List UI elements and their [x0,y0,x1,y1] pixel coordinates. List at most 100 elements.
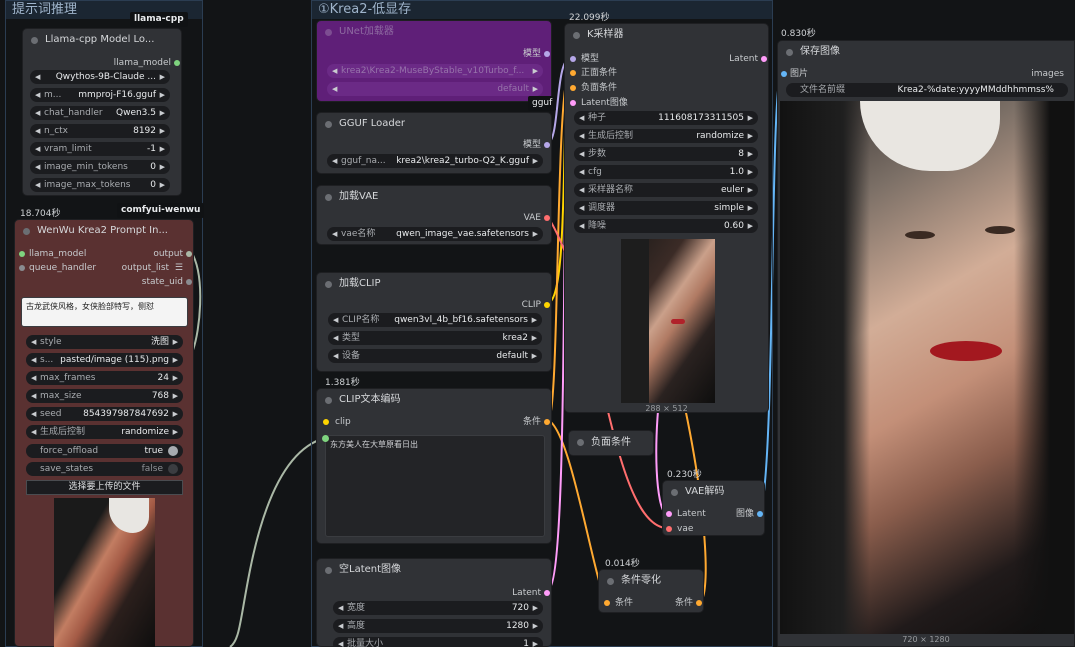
arrow-right-icon[interactable]: ▶ [173,425,178,439]
output-images[interactable]: images [1031,67,1064,81]
arrow-left-icon[interactable]: ◀ [35,160,40,174]
llama-widget-0[interactable]: ◀ Qwythos-9B-Claude ... ▶ [30,70,170,84]
arrow-left-icon[interactable]: ◀ [579,111,584,125]
arrow-right-icon[interactable]: ▶ [533,64,538,78]
weight-dtype-select[interactable]: ◀ default ▶ [327,82,543,96]
vae-name-select[interactable]: ◀ vae名称 qwen_image_vae.safetensors ▶ [327,227,543,241]
arrow-right-icon[interactable]: ▶ [160,160,165,174]
ksampler-widget-3[interactable]: ◀ cfg 1.0 ▶ [574,165,758,179]
node-title[interactable]: 保存图像 [778,41,1074,63]
collapse-dot-icon[interactable] [31,37,38,44]
arrow-right-icon[interactable]: ▶ [748,201,753,215]
upload-file-button[interactable]: 选择要上传的文件 [26,480,183,495]
llama-widget-2[interactable]: ◀ chat_handler Qwen3.5 ▶ [30,106,170,120]
input-llama-model[interactable]: llama_model [19,247,86,261]
arrow-left-icon[interactable]: ◀ [35,142,40,156]
output-state-uid[interactable]: state_uid [142,275,192,289]
port-dot[interactable] [544,590,550,596]
node-vae-decode[interactable]: VAE解码 Latent vae 图像 [662,480,765,536]
arrow-left-icon[interactable]: ◀ [31,335,36,349]
llama-widget-4[interactable]: ◀ vram_limit -1 ▶ [30,142,170,156]
arrow-right-icon[interactable]: ▶ [532,313,537,327]
arrow-right-icon[interactable]: ▶ [748,165,753,179]
ksampler-widget-1[interactable]: ◀ 生成后控制 randomize ▶ [574,129,758,143]
arrow-right-icon[interactable]: ▶ [533,154,538,168]
input-images[interactable]: 图片 [781,67,808,81]
node-title[interactable]: WenWu Krea2 Prompt In... [15,220,193,242]
latent-widget-0[interactable]: ◀ 宽度 720 ▶ [333,601,543,615]
input-vae[interactable]: vae [666,522,693,536]
arrow-right-icon[interactable]: ▶ [748,111,753,125]
arrow-left-icon[interactable]: ◀ [579,201,584,215]
arrow-left-icon[interactable]: ◀ [579,165,584,179]
arrow-left-icon[interactable]: ◀ [338,637,343,647]
node-title[interactable]: Llama-cpp Model Lo... [23,29,181,51]
collapse-dot-icon[interactable] [573,32,580,39]
arrow-left-icon[interactable]: ◀ [31,353,36,367]
node-save-image[interactable]: 保存图像 图片 images 文件名前缀 Krea2-%date:yyyyMMd… [777,40,1075,647]
node-clip-text-encode[interactable]: CLIP文本编码 clip 条件 东方美人在大草原看日出 [316,388,552,544]
input-latent[interactable]: Latent [666,507,706,521]
collapse-dot-icon[interactable] [607,578,614,585]
collapse-dot-icon[interactable] [325,194,332,201]
clip-widget-0[interactable]: ◀ CLIP名称 qwen3vl_4b_bf16.safetensors ▶ [328,313,542,327]
output-clip[interactable]: CLIP [522,298,550,312]
output-conditioning[interactable]: 条件 [675,596,702,610]
arrow-right-icon[interactable]: ▶ [532,331,537,345]
wenwu-widget-5[interactable]: ◀ 生成后控制 randomize ▶ [26,425,183,439]
arrow-left-icon[interactable]: ◀ [333,313,338,327]
wenwu-widget-3[interactable]: ◀ max_size 768 ▶ [26,389,183,403]
output-conditioning[interactable]: 条件 [523,415,550,429]
arrow-left-icon[interactable]: ◀ [35,106,40,120]
collapse-dot-icon[interactable] [325,567,332,574]
port-dot[interactable] [19,251,25,257]
node-title[interactable]: 条件零化 [599,570,703,592]
arrow-left-icon[interactable]: ◀ [35,70,40,84]
port-dot[interactable] [757,511,763,517]
ksampler-widget-2[interactable]: ◀ 步数 8 ▶ [574,147,758,161]
arrow-left-icon[interactable]: ◀ [35,88,40,102]
unet-name-select[interactable]: ◀ krea2\Krea2-MuseByStable_v10Turbo_f...… [327,64,543,78]
node-conditioning-zero-out[interactable]: 条件零化 条件 条件 [598,569,704,613]
port-dot[interactable] [761,56,767,62]
node-title[interactable]: 加载CLIP [317,273,551,295]
node-title[interactable]: CLIP文本编码 [317,389,551,411]
collapse-dot-icon[interactable] [671,489,678,496]
ksampler-widget-4[interactable]: ◀ 采样器名称 euler ▶ [574,183,758,197]
input-negative[interactable]: 负面条件 [570,81,617,95]
node-ksampler[interactable]: K采样器 模型 正面条件 负面条件 Latent图像 Latent 288 × … [564,23,769,413]
arrow-left-icon[interactable]: ◀ [338,601,343,615]
port-dot[interactable] [570,70,576,76]
port-dot[interactable] [19,265,25,271]
ksampler-widget-0[interactable]: ◀ 种子 111608173311505 ▶ [574,111,758,125]
port-dot[interactable] [570,100,576,106]
arrow-left-icon[interactable]: ◀ [35,124,40,138]
output-model[interactable]: 模型 [523,138,550,152]
node-title[interactable]: 空Latent图像 [317,559,551,581]
input-positive[interactable]: 正面条件 [570,66,617,80]
clip-prompt-textarea[interactable]: 东方美人在大草原看日出 [325,435,545,537]
latent-widget-1[interactable]: ◀ 高度 1280 ▶ [333,619,543,633]
filename-prefix-input[interactable]: 文件名前缀 Krea2-%date:yyyyMMddhhmmss% [786,83,1068,97]
node-unet-loader[interactable]: UNet加载器 模型 ◀ krea2\Krea2-MuseByStable_v1… [316,20,552,102]
arrow-right-icon[interactable]: ▶ [173,335,178,349]
arrow-right-icon[interactable]: ▶ [173,389,178,403]
arrow-left-icon[interactable]: ◀ [333,349,338,363]
port-dot[interactable] [666,526,672,532]
port-dot[interactable] [696,600,702,606]
gguf-name-select[interactable]: ◀ gguf_na... krea2\krea2_turbo-Q2_K.gguf… [327,154,543,168]
input-clip[interactable]: clip [323,415,351,429]
arrow-right-icon[interactable]: ▶ [160,124,165,138]
output-model[interactable]: 模型 [523,47,550,61]
wenwu-widget-4[interactable]: ◀ seed 854397987847692 ▶ [26,407,183,421]
arrow-right-icon[interactable]: ▶ [748,129,753,143]
port-dot[interactable] [544,215,550,221]
arrow-right-icon[interactable]: ▶ [748,183,753,197]
arrow-right-icon[interactable]: ▶ [533,619,538,633]
arrow-left-icon[interactable]: ◀ [31,389,36,403]
port-dot[interactable] [604,600,610,606]
port-dot[interactable] [544,302,550,308]
node-title[interactable]: VAE解码 [663,481,764,503]
collapse-dot-icon[interactable] [325,281,332,288]
output-vae[interactable]: VAE [524,211,550,225]
